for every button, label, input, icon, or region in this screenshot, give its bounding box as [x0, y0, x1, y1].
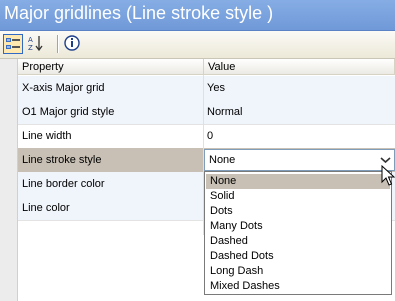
property-value[interactable]: Yes	[207, 76, 393, 100]
column-header-value[interactable]: Value	[204, 59, 395, 75]
categorized-view-button[interactable]	[3, 34, 23, 54]
dropdown-option[interactable]: Dashed	[206, 234, 390, 249]
alphabetical-sort-button[interactable]: A Z	[27, 34, 47, 54]
dropdown-option[interactable]: Long Dash	[206, 264, 390, 279]
property-name: Line border color	[22, 178, 105, 190]
property-name: Line width	[22, 130, 72, 142]
dropdown-list: None Solid Dots Many Dots Dashed Dashed …	[204, 171, 392, 295]
grid-gutter	[0, 59, 18, 301]
dropdown-option[interactable]: Many Dots	[206, 219, 390, 234]
categorized-view-icon	[6, 38, 20, 49]
table-row[interactable]: O1 Major grid style Normal	[18, 100, 395, 125]
property-pages-button[interactable]	[63, 34, 83, 54]
property-name: O1 Major grid style	[22, 106, 115, 118]
window-title: Major gridlines (Line stroke style )	[4, 3, 274, 23]
info-icon	[64, 35, 80, 51]
property-name: X-axis Major grid	[22, 82, 105, 94]
dropdown-option[interactable]: Solid	[206, 189, 390, 204]
svg-text:Z: Z	[28, 44, 33, 52]
dropdown-option[interactable]: None	[206, 174, 390, 189]
svg-text:A: A	[28, 36, 33, 44]
table-row[interactable]: X-axis Major grid Yes	[18, 76, 395, 101]
dropdown-option[interactable]: Mixed Dashes	[206, 279, 390, 294]
property-name: Line stroke style	[22, 154, 102, 166]
property-value[interactable]: Normal	[207, 100, 393, 124]
dropdown-option[interactable]: Dots	[206, 204, 390, 219]
title-bar: Major gridlines (Line stroke style )	[0, 0, 395, 31]
combobox-value: None	[209, 154, 236, 166]
table-row[interactable]: Line width 0	[18, 124, 395, 149]
line-stroke-style-combobox[interactable]: None	[204, 149, 395, 171]
property-name: Line color	[22, 202, 70, 214]
toolbar-separator	[57, 35, 58, 53]
property-value[interactable]: 0	[207, 124, 393, 148]
mouse-pointer-icon	[381, 165, 395, 186]
column-header-property[interactable]: Property	[18, 59, 204, 75]
sort-az-icon: A Z	[28, 36, 43, 52]
dropdown-option[interactable]: Dashed Dots	[206, 249, 390, 264]
toolbar: A Z	[0, 31, 395, 59]
